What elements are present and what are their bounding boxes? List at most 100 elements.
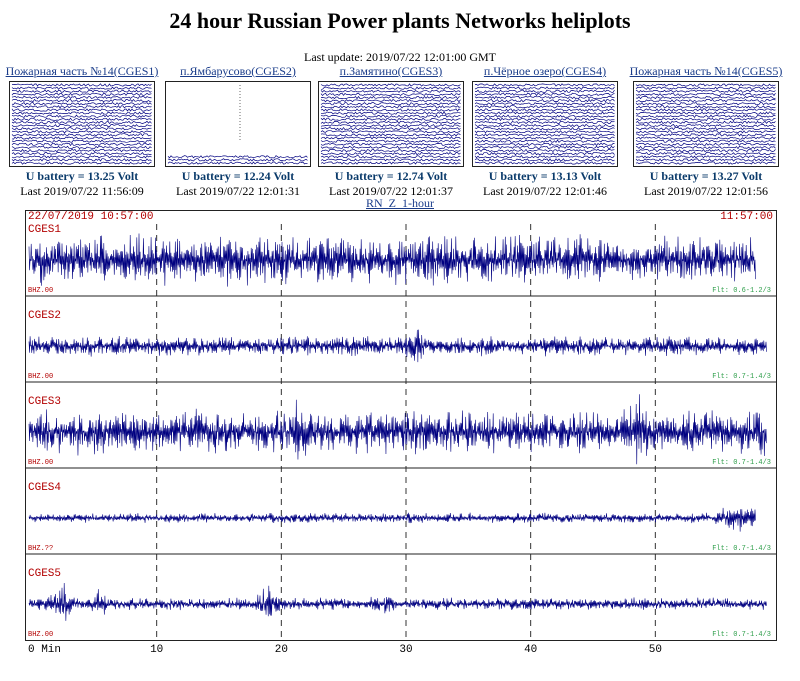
thumbnail-trace-row xyxy=(11,139,152,143)
trace-filter-label: Flt: 0.7-1.4/3 xyxy=(712,631,771,639)
heliplot-thumbnail-cges1[interactable] xyxy=(9,81,155,167)
thumbnail-trace-row xyxy=(474,130,615,134)
thumbnail-trace-row xyxy=(320,158,461,162)
thumbnail-trace-row xyxy=(635,133,776,137)
thumbnail-trace-row xyxy=(635,148,776,153)
trace-station-label: CGES2 xyxy=(28,310,61,322)
battery-voltage-cges5: U battery = 13.27 Volt xyxy=(649,169,763,183)
thumbnail-trace-row xyxy=(635,114,776,119)
thumbnail-trace-row xyxy=(474,145,615,150)
trace-filter-label: Flt: 0.7-1.4/3 xyxy=(712,459,771,467)
heliplot-thumbnail-cges3[interactable] xyxy=(318,81,464,167)
thumbnail-trace-row xyxy=(11,92,152,96)
thumbnail-trace-row xyxy=(320,86,461,90)
thumbnail-trace-row xyxy=(635,126,776,131)
thumbnail-trace-row xyxy=(474,117,615,122)
trace-channel-label: BHZ.00 xyxy=(28,631,53,639)
end-time-label: 11:57:00 xyxy=(720,211,773,223)
thumbnail-trace-row xyxy=(320,105,461,109)
thumbnail-trace-row xyxy=(635,139,776,143)
thumbnail-trace-row xyxy=(474,148,615,153)
thumbnail-trace-row xyxy=(474,92,615,97)
trace-channel-label: BHZ.00 xyxy=(28,373,53,381)
thumbnail-trace-row xyxy=(11,95,152,100)
thumbnail-trace-row xyxy=(320,123,461,128)
thumbnail-trace-row xyxy=(635,117,776,122)
main-plot-link[interactable]: RN_Z_1-hour xyxy=(0,196,800,211)
station-link-cges2[interactable]: п.Ямбарусово(CGES2) xyxy=(158,64,318,79)
x-tick-label: 30 xyxy=(399,644,412,654)
thumbnail-trace-row xyxy=(11,145,152,150)
heliplot-thumbnail-cges4[interactable] xyxy=(472,81,618,167)
trace-station-label: CGES5 xyxy=(28,568,61,580)
thumbnail-trace-row xyxy=(635,111,776,115)
thumbnail-trace-row xyxy=(11,117,152,122)
thumbnail-trace-row xyxy=(635,161,776,165)
thumbnail-trace-row xyxy=(11,130,152,134)
thumbnail-trace-row xyxy=(635,155,776,159)
x-tick-label: 40 xyxy=(524,644,537,654)
thumbnail-trace-row xyxy=(474,161,615,165)
heliplot-thumbnail-cges5[interactable] xyxy=(633,81,779,167)
trace-station-label: CGES4 xyxy=(28,482,61,494)
heliplot-thumbnail-cges2[interactable] xyxy=(165,81,311,167)
station-link-cges1[interactable]: Пожарная часть №14(CGES1) xyxy=(2,64,162,79)
page-title: 24 hour Russian Power plants Networks he… xyxy=(169,8,631,33)
thumbnail-trace-row xyxy=(320,148,461,153)
thumbnail-trace-row xyxy=(11,158,152,162)
thumbnail-trace-row xyxy=(11,108,152,112)
thumbnail-trace-row xyxy=(11,152,152,156)
thumbnail-trace-row xyxy=(635,142,776,146)
thumbnail-trace-row xyxy=(167,161,308,165)
thumbnail-trace-row xyxy=(474,114,615,118)
thumbnail-trace-row xyxy=(320,161,461,165)
thumbnail-trace-row xyxy=(474,155,615,159)
thumbnail-trace-row xyxy=(11,86,152,90)
thumbnail-trace-row xyxy=(474,108,615,112)
station-link-cges4[interactable]: п.Чёрное озеро(CGES4) xyxy=(465,64,625,79)
trace-station-label: CGES3 xyxy=(28,396,61,408)
thumbnail-trace-row xyxy=(635,136,776,140)
battery-voltage-cges3: U battery = 12.74 Volt xyxy=(334,169,448,183)
thumbnail-trace-row xyxy=(11,105,152,109)
thumbnail-trace-row xyxy=(320,98,461,103)
thumbnail-trace-row xyxy=(635,120,776,125)
thumbnail-trace-row xyxy=(12,111,152,115)
thumbnail-trace-row xyxy=(320,108,461,112)
thumbnail-trace-row xyxy=(474,120,615,125)
thumbnail-trace-row xyxy=(474,139,615,143)
thumbnail-trace-row xyxy=(474,158,615,162)
thumbnail-trace-row xyxy=(11,127,152,131)
seismogram-plot: 22/07/2019 10:57:00 11:57:00 CGES1 BHZ.00… xyxy=(25,210,777,654)
thumbnail-trace-row xyxy=(474,98,615,103)
x-tick-label: 0 Min xyxy=(28,644,61,654)
thumbnail-trace-row xyxy=(320,142,461,146)
thumbnail-trace-row xyxy=(11,148,152,153)
station-link-cges3[interactable]: п.Замятино(CGES3) xyxy=(311,64,471,79)
thumbnail-trace-row xyxy=(474,142,615,147)
thumbnail-trace-row xyxy=(11,123,152,128)
thumbnail-trace-row xyxy=(474,89,615,93)
thumbnail-trace-row xyxy=(11,102,152,106)
thumbnail-trace-row xyxy=(635,95,776,100)
trace-channel-label: BHZ.?? xyxy=(28,545,53,553)
station-link-cges5[interactable]: Пожарная часть №14(CGES5) xyxy=(626,64,786,79)
x-tick-label: 20 xyxy=(275,644,288,654)
x-tick-label: 10 xyxy=(150,644,163,654)
station-card-cges5: Пожарная часть №14(CGES5) U battery = 13… xyxy=(626,64,786,199)
thumbnail-trace-row xyxy=(11,89,152,93)
thumbnail-trace-row xyxy=(320,145,461,150)
thumbnail-trace-row xyxy=(167,155,308,159)
thumbnail-trace-row xyxy=(320,95,461,100)
thumbnail-trace-row xyxy=(11,133,152,137)
trace-station-label: CGES1 xyxy=(28,224,61,236)
trace-filter-label: Flt: 0.7-1.4/3 xyxy=(712,545,771,553)
thumbnail-trace-row xyxy=(635,130,776,134)
thumbnail-trace-row xyxy=(474,95,615,100)
thumbnail-trace-row xyxy=(320,155,461,159)
thumbnail-trace-row xyxy=(11,136,152,140)
battery-voltage-cges1: U battery = 13.25 Volt xyxy=(25,169,139,183)
thumbnail-trace-row xyxy=(11,83,152,87)
thumbnail-trace-row xyxy=(11,155,152,159)
thumbnail-trace-row xyxy=(11,114,152,118)
